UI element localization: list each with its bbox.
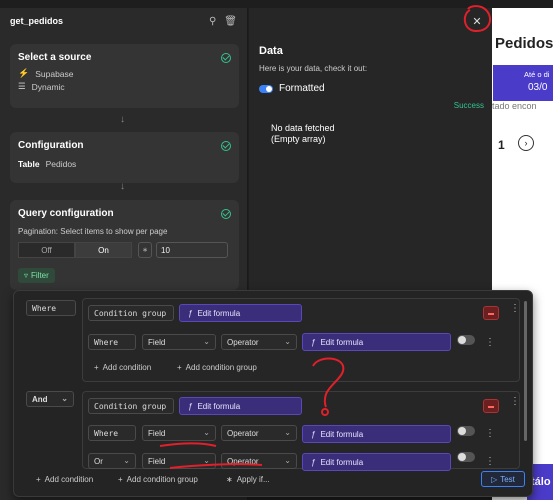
chevron-down-icon: ⌄ [203, 337, 210, 346]
pagination-label: Pagination: Select items to show per pag… [18, 227, 168, 236]
add-condition-button[interactable]: + Add condition [94, 363, 151, 372]
play-icon: ▷ [491, 474, 498, 484]
per-page-input[interactable]: 10 [156, 242, 228, 258]
operator-select[interactable]: Operator ⌄ [221, 334, 297, 350]
remove-group-button[interactable] [483, 306, 499, 320]
query-name[interactable]: get_pedidos [10, 16, 63, 26]
configuration-title: Configuration [18, 140, 84, 151]
pagination-off[interactable]: Off [18, 242, 75, 258]
chevron-down-icon: ⌄ [284, 456, 291, 465]
chevron-down-icon: ⌄ [123, 456, 130, 465]
query-config-title: Query configuration [18, 208, 114, 219]
more-icon[interactable]: ⋮ [485, 456, 495, 467]
field-select[interactable]: Field ⌄ [142, 334, 216, 350]
operator-select[interactable]: Operator ⌄ [221, 453, 297, 469]
plus-icon: + [118, 475, 123, 484]
page-number: 1 [498, 138, 505, 152]
function-icon: ƒ [311, 429, 316, 439]
more-icon[interactable]: ⋮ [485, 337, 495, 348]
close-icon[interactable]: ✕ [469, 13, 485, 29]
condition-group-title: Condition group [88, 305, 174, 321]
page-title: Pedidos [495, 35, 553, 52]
function-icon: ƒ [188, 401, 193, 411]
chevron-down-icon: ⌄ [61, 394, 68, 403]
next-page-icon[interactable]: › [518, 135, 534, 151]
query-config-card: Query configuration Pagination: Select i… [10, 200, 239, 290]
pin-icon: ∗ [226, 475, 233, 484]
scrollbar[interactable] [524, 301, 527, 441]
filter-popup: Where Condition group ƒ Edit formula ⋮ Wh… [13, 290, 533, 497]
function-icon: ƒ [311, 457, 316, 467]
pagination-toggle: Off On ∗ 10 [18, 242, 231, 258]
more-icon[interactable]: ⋮ [510, 303, 520, 314]
function-icon: ƒ [188, 308, 193, 318]
check-icon [221, 53, 231, 63]
down-arrow-icon: ↓ [120, 114, 125, 125]
add-condition-group-button[interactable]: + Add condition group [177, 363, 257, 372]
table-header: Até o di 03/0 [493, 65, 553, 101]
toggle-switch[interactable] [457, 335, 475, 345]
search-icon[interactable]: ⚲ [209, 16, 216, 27]
pagination-on[interactable]: On [75, 242, 132, 258]
field-select[interactable]: Field ⌄ [142, 453, 216, 469]
table-line: Table Pedidos [18, 159, 77, 169]
where-label: Where [26, 300, 76, 316]
condition-group-title: Condition group [88, 398, 174, 414]
configuration-card[interactable]: Configuration Table Pedidos [10, 132, 239, 183]
data-panel: Data Here is your data, check it out: Fo… [249, 8, 492, 298]
chevron-down-icon: ⌄ [203, 456, 210, 465]
add-condition-group-button[interactable]: + Add condition group [118, 475, 198, 484]
sidebar-header: get_pedidos ⚲ 🗑 [0, 8, 247, 34]
empty-result-text: tado encon [492, 101, 537, 111]
edit-formula-button[interactable]: ƒ Edit formula [179, 304, 302, 322]
chevron-down-icon: ⌄ [203, 428, 210, 437]
plus-icon: + [177, 363, 182, 372]
edit-formula-button[interactable]: ƒ Edit formula [302, 425, 451, 443]
more-icon[interactable]: ⋮ [485, 428, 495, 439]
chevron-down-icon: ⌄ [284, 428, 291, 437]
chevron-down-icon: ⌄ [284, 337, 291, 346]
toggle-switch[interactable] [259, 84, 273, 93]
pin-icon[interactable]: ∗ [138, 242, 152, 258]
plus-icon: + [94, 363, 99, 372]
check-icon [221, 141, 231, 151]
formatted-toggle[interactable]: Formatted [259, 83, 325, 94]
edit-formula-button[interactable]: ƒ Edit formula [179, 397, 302, 415]
test-button[interactable]: ▷ Test [481, 471, 525, 487]
logic-select[interactable]: And ⌄ [26, 391, 74, 407]
status-badge: Success [453, 101, 484, 110]
plus-icon: + [36, 475, 41, 484]
trash-icon[interactable]: 🗑 [224, 16, 237, 27]
where-label: Where [88, 425, 136, 441]
empty-message: No data fetched (Empty array) [271, 123, 335, 144]
toggle-switch[interactable] [457, 452, 475, 462]
field-select[interactable]: Field ⌄ [142, 425, 216, 441]
edit-formula-button[interactable]: ƒ Edit formula [302, 333, 451, 351]
database-icon: ☰ [18, 81, 26, 91]
data-title: Data [259, 45, 283, 57]
edit-formula-button[interactable]: ƒ Edit formula [302, 453, 451, 471]
apply-if-button[interactable]: ∗ Apply if... [226, 475, 270, 484]
function-icon: ƒ [311, 337, 316, 347]
down-arrow-icon: ↓ [120, 181, 125, 192]
filter-button[interactable]: ▿ Filter [18, 268, 55, 283]
remove-group-button[interactable] [483, 399, 499, 413]
toggle-switch[interactable] [457, 426, 475, 436]
operator-select[interactable]: Operator ⌄ [221, 425, 297, 441]
data-subtitle: Here is your data, check it out: [259, 64, 368, 73]
where-label: Where [88, 334, 136, 350]
more-icon[interactable]: ⋮ [510, 396, 520, 407]
source-title: Select a source [18, 52, 92, 63]
source-card[interactable]: Select a source ⚡ Supabase ☰ Dynamic [10, 44, 239, 108]
check-icon [221, 209, 231, 219]
supabase-icon: ⚡ [18, 68, 30, 78]
source-dynamic: ☰ Dynamic [18, 81, 65, 92]
logic-select[interactable]: Or ⌄ [88, 453, 136, 469]
source-supabase: ⚡ Supabase [18, 68, 74, 79]
filter-icon: ▿ [24, 271, 29, 280]
add-condition-button[interactable]: + Add condition [36, 475, 93, 484]
